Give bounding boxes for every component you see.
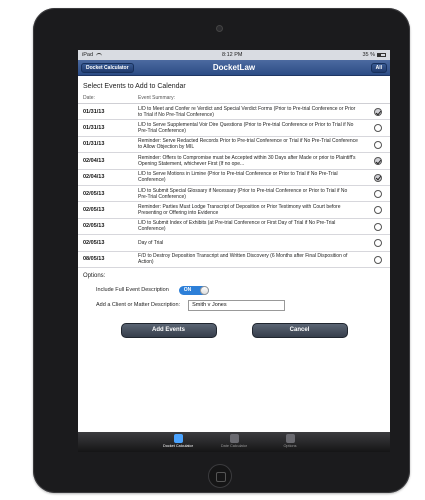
full-description-option: Include Full Event Description ON [78, 283, 390, 298]
unchecked-circle-icon[interactable] [374, 124, 382, 133]
summary-column-header: Event Summary: [138, 95, 175, 101]
gear-icon [285, 434, 295, 443]
home-button[interactable] [208, 464, 232, 488]
event-date: 02/04/13 [83, 174, 105, 181]
client-description-option: Add a Client or Matter Description: [78, 298, 390, 313]
tab-label: Date Calculator [220, 444, 248, 448]
add-events-button[interactable]: Add Events [120, 322, 217, 338]
tab-label: Docket Calculator [163, 444, 193, 448]
tab-docket-calculator[interactable]: Docket Calculator [160, 432, 196, 452]
event-summary: L/D to Meet and Confer re Verdict and Sp… [138, 105, 356, 118]
toggle-state-label: ON [183, 287, 192, 294]
full-description-toggle[interactable]: ON [178, 285, 209, 295]
tab-options[interactable]: Options [272, 432, 308, 452]
event-date: 02/05/13 [83, 190, 105, 197]
full-description-label: Include Full Event Description [96, 287, 169, 294]
event-date: 01/31/13 [83, 141, 105, 148]
event-row[interactable]: 01/31/13 L/D to Meet and Confer re Verdic… [78, 104, 390, 121]
client-description-label: Add a Client or Matter Description: [96, 302, 181, 309]
event-row[interactable]: 02/05/13 Reminder: Parties Must Lodge Tra… [78, 202, 390, 219]
app-screen: iPad 8:12 PM 35 % Docket Calculator Dock… [78, 50, 390, 452]
event-summary: L/D to Serve Supplemental Voir Dire Ques… [138, 122, 354, 135]
event-summary: Reminder: Parties Must Lodge Transcript … [138, 204, 341, 217]
unchecked-circle-icon[interactable] [374, 189, 382, 198]
checked-circle-icon[interactable] [374, 173, 382, 182]
unchecked-circle-icon[interactable] [374, 206, 382, 215]
event-row[interactable]: 02/05/13 Day of Trial [78, 235, 390, 252]
unchecked-circle-icon[interactable] [374, 222, 382, 231]
status-time: 8:12 PM [221, 52, 243, 58]
unchecked-circle-icon[interactable] [374, 255, 382, 264]
event-summary: L/D to Submit Special Glossary if Necess… [138, 187, 348, 200]
client-description-input[interactable] [188, 299, 286, 311]
action-buttons: Add Events Cancel [78, 322, 390, 338]
checked-circle-icon[interactable] [374, 108, 382, 116]
battery-icon [376, 53, 386, 57]
wifi-icon [96, 53, 103, 57]
unchecked-circle-icon[interactable] [374, 140, 382, 149]
event-date: 08/05/13 [83, 256, 105, 263]
event-summary: F/D to Destroy Deposition Transcript and… [138, 253, 348, 266]
event-summary: Reminder: Serve Redacted Records Prior t… [138, 138, 358, 151]
event-row[interactable]: 02/04/13 L/D to Serve Motions in Limine (… [78, 170, 390, 186]
column-headers: Date: Event Summary: [78, 93, 390, 103]
event-date: 02/05/13 [83, 239, 105, 246]
page-title: Select Events to Add to Calendar [83, 83, 186, 90]
navigation-bar: Docket Calculator DocketLaw All [78, 60, 390, 76]
event-row[interactable]: 02/04/13 Reminder: Offers to Compromise m… [78, 153, 390, 170]
checked-circle-icon[interactable] [374, 157, 382, 166]
camera-icon [216, 25, 223, 32]
event-date: 02/04/13 [83, 157, 105, 164]
unchecked-circle-icon[interactable] [374, 239, 382, 248]
calendar-icon [173, 434, 183, 443]
toggle-knob [199, 285, 209, 295]
calculator-icon [229, 434, 239, 443]
tab-label: Options [283, 444, 297, 448]
event-row[interactable]: 02/05/13 L/D to Submit Index of Exhibits … [78, 219, 390, 236]
tab-date-calculator[interactable]: Date Calculator [216, 432, 252, 452]
status-bar: iPad 8:12 PM 35 % [78, 50, 390, 60]
event-row[interactable]: 08/05/13 F/D to Destroy Deposition Transc… [78, 252, 390, 268]
battery-percent: 35 % [362, 52, 375, 58]
date-column-header: Date: [83, 95, 95, 101]
event-summary: L/D to Serve Motions in Limine (Prior to… [138, 171, 338, 184]
event-list: 01/31/13 L/D to Meet and Confer re Verdic… [78, 103, 390, 268]
app-title: DocketLaw [212, 63, 256, 72]
main-content: Select Events to Add to Calendar Date: E… [78, 76, 390, 452]
all-button[interactable]: All [370, 63, 387, 73]
event-date: 01/31/13 [83, 125, 105, 132]
event-row[interactable]: 01/31/13 Reminder: Serve Redacted Records… [78, 137, 390, 154]
event-date: 01/31/13 [83, 108, 105, 115]
event-summary: Day of Trial [138, 239, 164, 246]
event-summary: Reminder: Offers to Compromise must be A… [138, 154, 356, 167]
device-label: iPad [82, 52, 94, 58]
docket-calculator-button[interactable]: Docket Calculator [81, 63, 134, 73]
event-row[interactable]: 01/31/13 L/D to Serve Supplemental Voir D… [78, 120, 390, 137]
tab-bar: Docket Calculator Date Calculator Options [78, 432, 390, 452]
event-summary: L/D to Submit Index of Exhibits (at Pre-… [138, 220, 336, 233]
event-date: 02/05/13 [83, 207, 105, 214]
options-label: Options: [83, 272, 106, 279]
event-row[interactable]: 02/05/13 L/D to Submit Special Glossary i… [78, 186, 390, 203]
cancel-button[interactable]: Cancel [251, 322, 348, 338]
event-date: 02/05/13 [83, 223, 105, 230]
